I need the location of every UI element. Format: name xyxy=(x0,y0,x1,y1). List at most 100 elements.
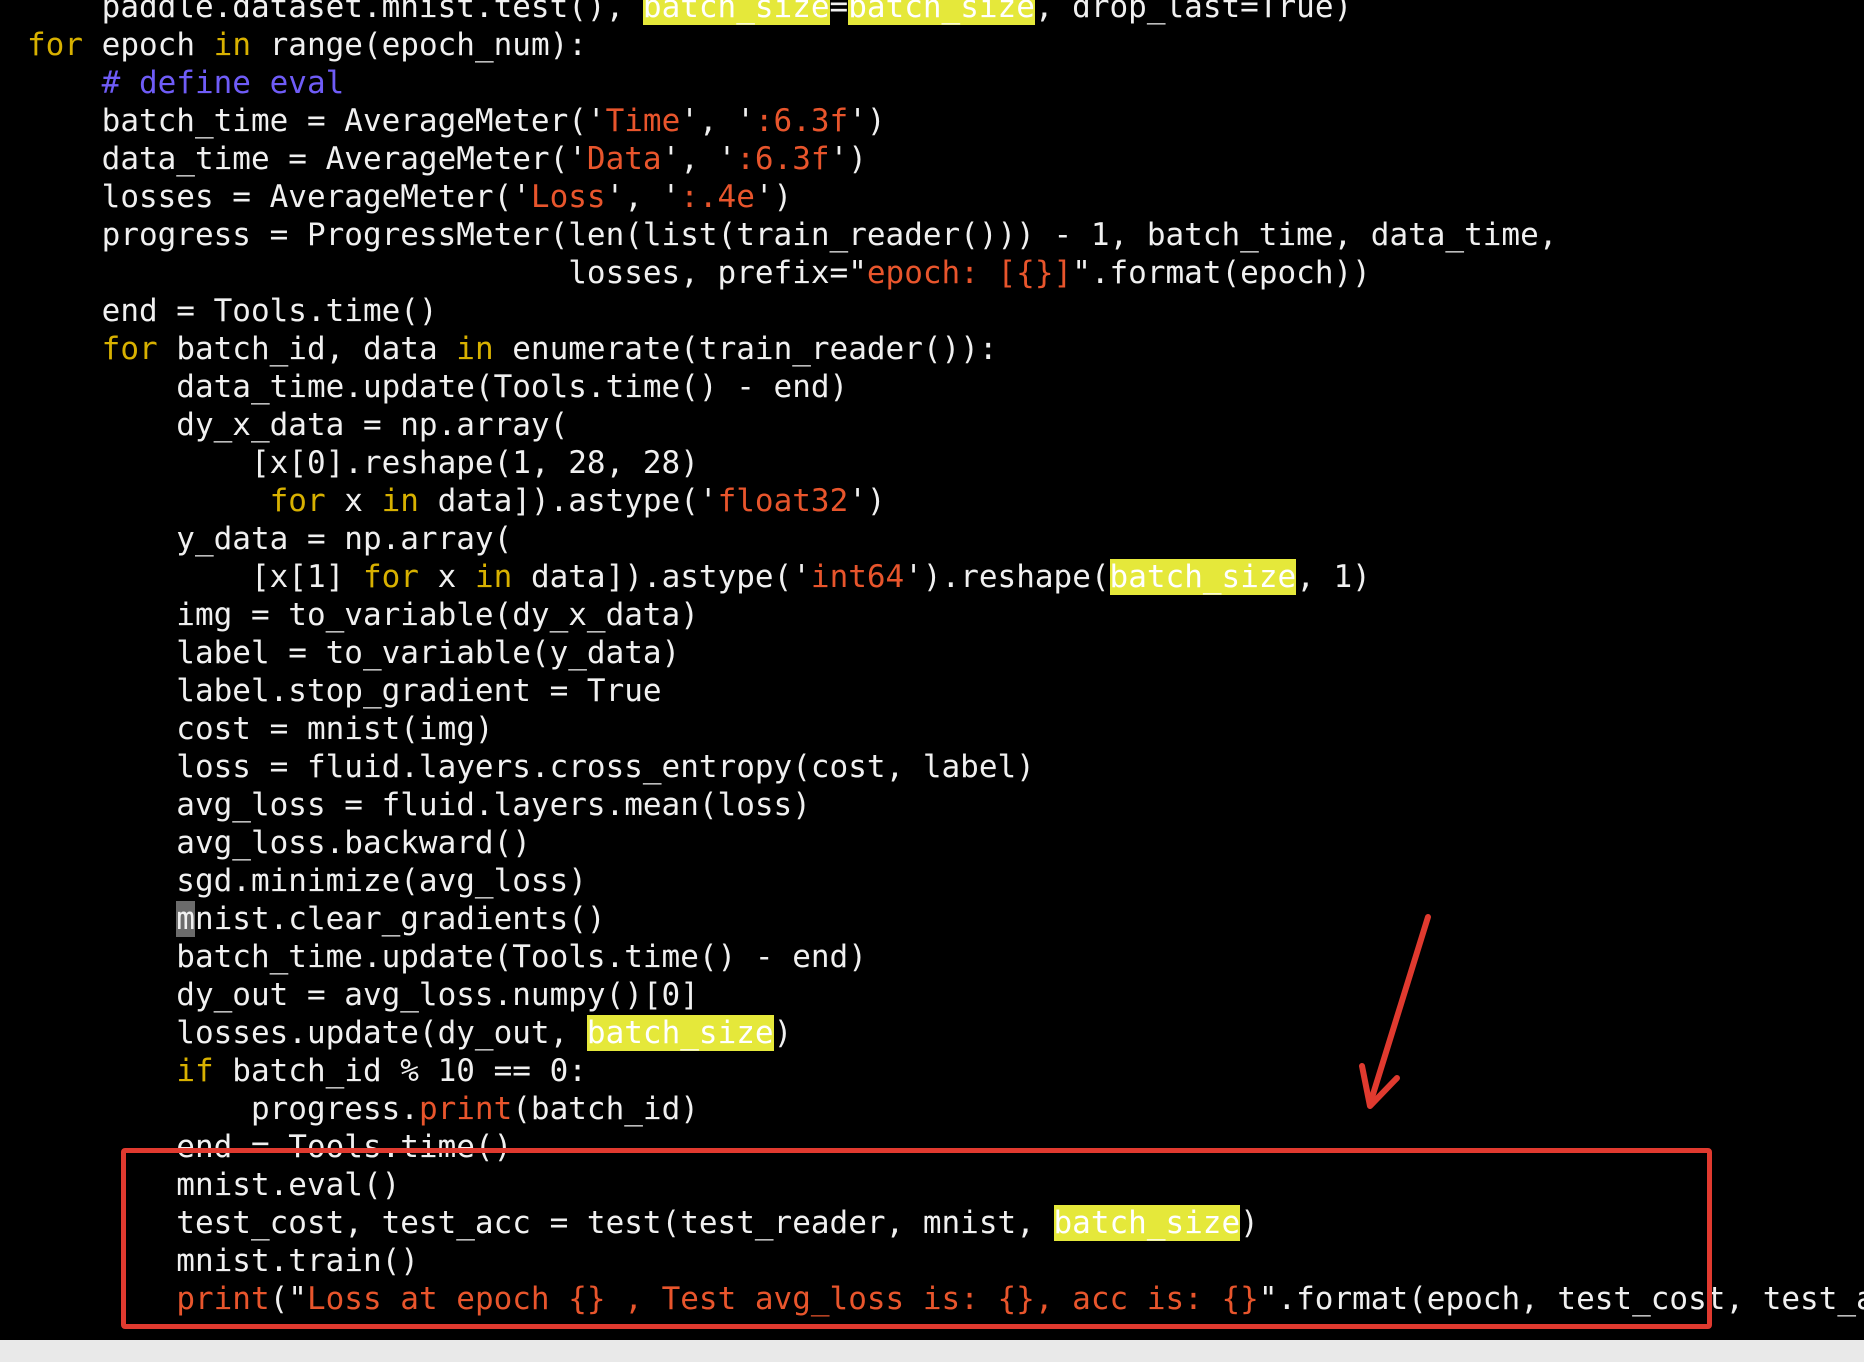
code-text: ', ' xyxy=(661,141,737,177)
code-text: paddle.dataset.mnist.test(), xyxy=(27,0,643,25)
code-line[interactable]: img = to_variable(dy_x_data) xyxy=(27,596,699,634)
keyword-token: for xyxy=(362,559,419,595)
code-text: label.stop_gradient = True xyxy=(27,673,662,709)
code-line[interactable]: losses = AverageMeter('Loss', ':.4e') xyxy=(27,178,793,216)
code-line[interactable]: for x in data]).astype('float32') xyxy=(27,482,886,520)
code-text: progress. xyxy=(27,1091,419,1127)
code-text: losses, prefix=" xyxy=(27,255,867,291)
code-line[interactable]: data_time = AverageMeter('Data', ':6.3f'… xyxy=(27,140,867,178)
code-line[interactable]: progress.print(batch_id) xyxy=(27,1090,699,1128)
keyword-token: for xyxy=(269,483,326,519)
code-text: sgd.minimize(avg_loss) xyxy=(27,863,587,899)
code-text: losses.update(dy_out, xyxy=(27,1015,587,1051)
string-token: epoch: [{}] xyxy=(866,255,1073,291)
code-line[interactable]: label.stop_gradient = True xyxy=(27,672,662,710)
code-text: progress = ProgressMeter(len(list(train_… xyxy=(27,217,1558,253)
code-text: avg_loss = fluid.layers.mean(loss) xyxy=(27,787,811,823)
code-text: batch_time.update(Tools.time() - end) xyxy=(27,939,867,975)
code-text: [x[0].reshape(1, 28, 28) xyxy=(27,445,699,481)
code-line[interactable]: avg_loss = fluid.layers.mean(loss) xyxy=(27,786,811,824)
keyword-token: in xyxy=(456,331,494,367)
string-token: :.4e xyxy=(680,179,755,215)
code-text: losses = AverageMeter(' xyxy=(27,179,531,215)
code-line[interactable]: [x[1] for x in data]).astype('int64').re… xyxy=(27,558,1371,596)
code-text: (batch_id) xyxy=(512,1091,699,1127)
code-line[interactable]: batch_time.update(Tools.time() - end) xyxy=(27,938,867,976)
code-line[interactable]: cost = mnist(img) xyxy=(27,710,494,748)
code-text: batch_time = AverageMeter(' xyxy=(27,103,606,139)
keyword-token: if xyxy=(176,1053,214,1089)
keyword-token: for xyxy=(101,331,158,367)
code-text: [x[1] xyxy=(27,559,363,595)
code-line[interactable]: losses.update(dy_out, batch_size) xyxy=(27,1014,792,1052)
code-text: ', ' xyxy=(605,179,681,215)
keyword-token: for xyxy=(27,27,83,63)
search-match-highlight: batch_size xyxy=(642,0,830,25)
string-token: :6.3f xyxy=(736,141,830,177)
code-line[interactable]: paddle.dataset.mnist.test(), batch_size=… xyxy=(27,0,1352,26)
code-text: batch_id % 10 == 0: xyxy=(213,1053,587,1089)
search-match-highlight: batch_size xyxy=(1109,559,1297,595)
string-token: :6.3f xyxy=(754,103,849,139)
code-text: x xyxy=(418,559,475,595)
keyword-token: in xyxy=(381,483,419,519)
comment-token: # define eval xyxy=(101,65,345,101)
code-text: dy_out = avg_loss.numpy()[0] xyxy=(27,977,699,1013)
code-line[interactable]: for epoch in range(epoch_num): xyxy=(27,26,587,64)
code-text: loss = fluid.layers.cross_entropy(cost, … xyxy=(27,749,1035,785)
code-text: end = Tools.time() xyxy=(27,293,438,329)
code-text: epoch xyxy=(83,27,214,63)
code-text: , 1) xyxy=(1296,559,1371,595)
code-text: data]).astype(' xyxy=(418,483,718,519)
code-line[interactable]: avg_loss.backward() xyxy=(27,824,531,862)
annotation-highlight-box xyxy=(121,1148,1712,1329)
code-line[interactable]: if batch_id % 10 == 0: xyxy=(27,1052,587,1090)
code-line[interactable]: losses, prefix="epoch: [{}]".format(epoc… xyxy=(27,254,1371,292)
code-line[interactable]: batch_time = AverageMeter('Time', ':6.3f… xyxy=(27,102,886,140)
code-text: ') xyxy=(754,179,793,215)
code-line[interactable]: loss = fluid.layers.cross_entropy(cost, … xyxy=(27,748,1035,786)
bottom-divider xyxy=(0,1340,1864,1362)
code-text: , drop_last=True) xyxy=(1034,0,1353,25)
code-text: dy_x_data = np.array( xyxy=(27,407,569,443)
code-line[interactable]: dy_out = avg_loss.numpy()[0] xyxy=(27,976,699,1014)
code-text: ') xyxy=(848,103,886,139)
code-text: = xyxy=(829,0,849,25)
code-text: range(epoch_num): xyxy=(250,27,587,63)
keyword-token: in xyxy=(474,559,513,595)
code-editor[interactable]: paddle.dataset.mnist.test(), batch_size=… xyxy=(0,0,1864,1340)
code-text: ) xyxy=(773,1015,793,1051)
code-line[interactable]: mnist.clear_gradients() xyxy=(27,900,606,938)
string-token: int64 xyxy=(810,559,905,595)
code-text: batch_id, data xyxy=(157,331,457,367)
string-token: Time xyxy=(605,103,681,139)
code-line[interactable]: end = Tools.time() xyxy=(27,292,438,330)
code-text: x xyxy=(325,483,382,519)
code-line[interactable]: label = to_variable(y_data) xyxy=(27,634,680,672)
code-line[interactable]: data_time.update(Tools.time() - end) xyxy=(27,368,848,406)
code-text: ') xyxy=(848,483,886,519)
code-line[interactable]: y_data = np.array( xyxy=(27,520,512,558)
code-text: img = to_variable(dy_x_data) xyxy=(27,597,699,633)
code-text: ') xyxy=(829,141,867,177)
code-text: ').reshape( xyxy=(904,559,1110,595)
code-text: enumerate(train_reader()): xyxy=(493,331,998,367)
string-token: print xyxy=(418,1091,513,1127)
code-line[interactable]: progress = ProgressMeter(len(list(train_… xyxy=(27,216,1558,254)
code-text: avg_loss.backward() xyxy=(27,825,531,861)
code-line[interactable]: sgd.minimize(avg_loss) xyxy=(27,862,587,900)
code-line[interactable]: dy_x_data = np.array( xyxy=(27,406,568,444)
code-text: ', ' xyxy=(680,103,755,139)
string-token: float32 xyxy=(717,483,849,519)
code-text: cost = mnist(img) xyxy=(27,711,494,747)
code-text: data_time.update(Tools.time() - end) xyxy=(27,369,849,405)
code-line[interactable]: [x[0].reshape(1, 28, 28) xyxy=(27,444,699,482)
code-line[interactable]: for batch_id, data in enumerate(train_re… xyxy=(27,330,998,368)
code-line[interactable]: # define eval xyxy=(27,64,345,102)
code-text: nist.clear_gradients() xyxy=(194,901,606,937)
code-text: data]).astype(' xyxy=(512,559,811,595)
search-match-highlight: batch_size xyxy=(586,1015,774,1051)
